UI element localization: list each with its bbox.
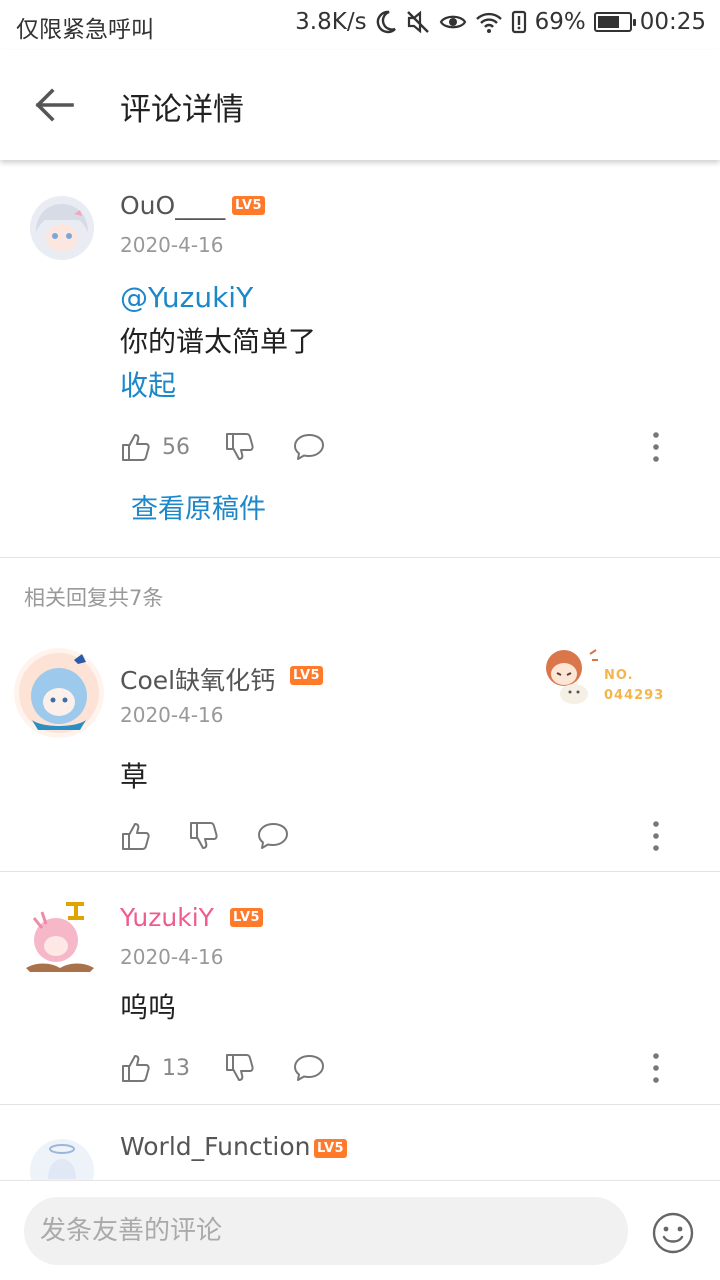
comment-date: 2020-4-16 xyxy=(120,233,224,257)
avatar[interactable] xyxy=(30,196,94,260)
like-button[interactable]: 56 xyxy=(120,427,190,467)
dislike-button[interactable] xyxy=(224,427,256,467)
network-speed: 3.8K/s xyxy=(295,9,367,35)
comment-input[interactable] xyxy=(24,1197,628,1265)
wifi-icon xyxy=(475,12,502,33)
reply-button[interactable] xyxy=(292,1048,326,1088)
comment-date: 2020-4-16 xyxy=(120,703,224,727)
comment-actions xyxy=(120,816,700,856)
like-count: 13 xyxy=(162,1055,190,1081)
level-badge: LV5 xyxy=(232,196,266,215)
username[interactable]: OuO____ xyxy=(120,191,225,220)
battery-percent: 69% xyxy=(534,9,586,35)
mute-icon xyxy=(406,10,429,34)
reply-item: YuzukiY LV5 2020-4-16 呜呜 13 xyxy=(0,872,720,1104)
level-badge: LV5 xyxy=(230,908,264,927)
reply-button[interactable] xyxy=(292,427,326,467)
comment-text: 呜呜 xyxy=(120,991,177,1024)
related-replies-title: 相关回复共7条 xyxy=(24,586,164,610)
avatar[interactable] xyxy=(14,648,104,738)
like-button[interactable]: 13 xyxy=(120,1048,190,1088)
fan-badge-label: NO. xyxy=(604,668,634,683)
username[interactable]: Coel缺氧化钙 xyxy=(120,661,275,697)
main-comment: OuO____ LV5 2020-4-16 @YuzukiY 你的谱太简单了 收… xyxy=(0,160,720,557)
app-bar: 评论详情 xyxy=(0,50,720,160)
moon-icon xyxy=(376,10,396,34)
collapse-link[interactable]: 收起 xyxy=(120,364,316,408)
thumbs-down-icon xyxy=(226,433,254,460)
fan-badge-character-icon xyxy=(546,649,598,704)
battery-fill xyxy=(597,16,619,28)
dislike-button[interactable] xyxy=(188,816,220,856)
more-options-icon[interactable] xyxy=(652,431,660,463)
comment-date: 2020-4-16 xyxy=(120,945,224,969)
status-bar: 仅限紧急呼叫 3.8K/s 69% 00:25 xyxy=(0,0,720,50)
reply-button[interactable] xyxy=(256,816,290,856)
eye-icon xyxy=(439,15,466,29)
avatar[interactable] xyxy=(30,1139,94,1180)
page-title: 评论详情 xyxy=(120,92,244,128)
more-options-icon[interactable] xyxy=(652,1052,660,1084)
battery-icon xyxy=(593,12,636,32)
thumbs-up-icon xyxy=(122,434,150,461)
comment-bubble-icon xyxy=(294,1055,324,1081)
thumbs-down-icon xyxy=(226,1054,254,1081)
thumbs-up-icon xyxy=(122,1055,150,1082)
level-badge: LV5 xyxy=(290,666,324,685)
comment-text: 你的谱太简单了 xyxy=(120,325,317,358)
level-badge: LV5 xyxy=(314,1139,348,1158)
avatar[interactable] xyxy=(22,898,98,974)
username[interactable]: World_Function xyxy=(120,1132,310,1161)
view-original-link[interactable]: 查看原稿件 xyxy=(131,487,266,526)
comment-bubble-icon xyxy=(294,434,324,460)
comment-actions: 13 xyxy=(120,1048,700,1088)
comment-text: 草 xyxy=(120,760,149,793)
comment-bubble-icon xyxy=(258,823,288,849)
back-arrow-icon[interactable] xyxy=(30,83,80,127)
fan-badge: NO. 044293 xyxy=(540,644,680,708)
reply-item: World_Function LV5 xyxy=(0,1105,720,1180)
carrier-text: 仅限紧急呼叫 xyxy=(16,17,154,43)
thumbs-up-icon xyxy=(122,823,150,850)
battery-alert-icon xyxy=(511,10,526,34)
like-button[interactable] xyxy=(120,816,152,856)
comment-input-bar xyxy=(0,1180,720,1280)
thumbs-down-icon xyxy=(190,822,218,849)
clock: 00:25 xyxy=(639,9,706,35)
emoji-icon[interactable] xyxy=(652,1212,694,1254)
fan-badge-number: 044293 xyxy=(604,688,665,703)
username[interactable]: YuzukiY xyxy=(120,903,214,932)
status-icons: 3.8K/s 69% 00:25 xyxy=(295,9,706,35)
like-count: 56 xyxy=(162,434,190,460)
dislike-button[interactable] xyxy=(224,1048,256,1088)
mention-link[interactable]: @YuzukiY xyxy=(120,276,316,320)
comment-body: @YuzukiY 你的谱太简单了 收起 xyxy=(120,276,316,408)
divider xyxy=(0,557,720,558)
comment-actions: 56 xyxy=(120,427,700,467)
more-options-icon[interactable] xyxy=(652,820,660,852)
